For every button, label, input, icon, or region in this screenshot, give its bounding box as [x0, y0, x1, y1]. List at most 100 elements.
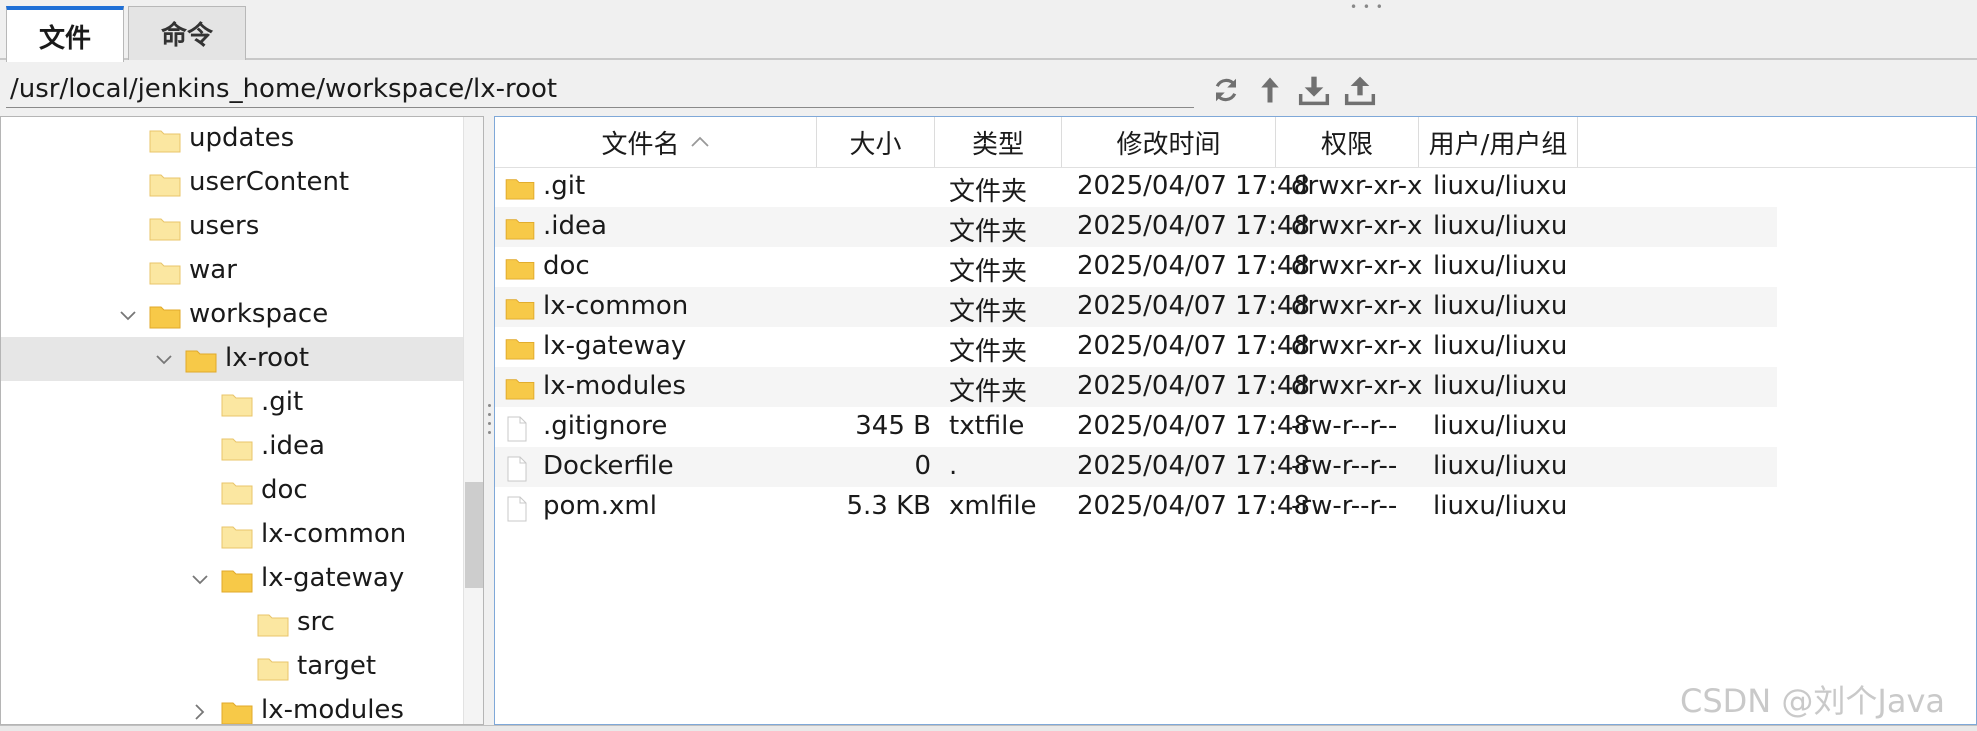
file-modified: 2025/04/07 17:48: [1077, 171, 1311, 201]
tree-item-updates[interactable]: updates: [1, 117, 463, 161]
column-header-label: 权限: [1320, 129, 1373, 160]
download-button[interactable]: [1294, 70, 1334, 110]
file-type: xmlfile: [949, 491, 1037, 521]
file-row[interactable]: .gitignore 345 B txtfile 2025/04/07 17:4…: [495, 407, 1777, 447]
file-row[interactable]: lx-modules 文件夹 2025/04/07 17:48 drwxr-xr…: [495, 367, 1777, 407]
file-permissions: drwxr-xr-x: [1291, 331, 1423, 361]
refresh-button[interactable]: [1206, 70, 1246, 110]
folder-icon: [149, 171, 181, 204]
file-owner: liuxu/liuxu: [1433, 291, 1568, 321]
tree-item-lx-modules[interactable]: lx-modules: [1, 689, 463, 725]
file-type: 文件夹: [949, 177, 1028, 207]
tree-item-lx-root[interactable]: lx-root: [1, 337, 463, 381]
file-type: txtfile: [949, 411, 1025, 441]
file-icon: [505, 496, 529, 529]
tree-item-users[interactable]: users: [1, 205, 463, 249]
file-list: 文件名 大小 类型 修改时间 权限 用户/用户组 .git 文件夹 2025/0…: [494, 116, 1977, 725]
tree-item-label: workspace: [189, 299, 329, 329]
column-header-permissions[interactable]: 权限: [1276, 117, 1419, 167]
file-name: Dockerfile: [543, 451, 674, 481]
file-row[interactable]: .idea 文件夹 2025/04/07 17:48 drwxr-xr-x li…: [495, 207, 1777, 247]
file-size: 5.3 KB: [846, 491, 932, 521]
tree-item-lx-common[interactable]: lx-common: [1, 513, 463, 557]
file-modified: 2025/04/07 17:48: [1077, 451, 1311, 481]
file-size: 345 B: [855, 411, 931, 441]
file-permissions: drwxr-xr-x: [1291, 211, 1423, 241]
file-modified: 2025/04/07 17:48: [1077, 211, 1311, 241]
watermark: CSDN @刘个Java: [1680, 682, 1946, 720]
folder-icon: [505, 336, 535, 367]
file-type: 文件夹: [949, 377, 1028, 407]
file-permissions: drwxr-xr-x: [1291, 171, 1423, 201]
tree-item-label: lx-common: [261, 519, 407, 549]
pane-splitter[interactable]: [485, 404, 493, 434]
file-row[interactable]: lx-gateway 文件夹 2025/04/07 17:48 drwxr-xr…: [495, 327, 1777, 367]
top-grip-handle[interactable]: • • •: [1350, 0, 1384, 14]
up-folder-button[interactable]: [1250, 70, 1290, 110]
tree-item-workspace[interactable]: workspace: [1, 293, 463, 337]
column-header-type[interactable]: 类型: [935, 117, 1062, 167]
file-type: 文件夹: [949, 297, 1028, 327]
file-permissions: drwxr-xr-x: [1291, 371, 1423, 401]
up-folder-icon: [1261, 77, 1279, 103]
chevron-down-icon[interactable]: [189, 569, 211, 591]
file-name: lx-modules: [543, 371, 686, 401]
file-modified: 2025/04/07 17:48: [1077, 251, 1311, 281]
chevron-down-icon[interactable]: [117, 305, 139, 327]
tab-files[interactable]: 文件: [6, 6, 124, 62]
tree-item-src[interactable]: src: [1, 601, 463, 645]
folder-icon: [221, 699, 253, 724]
file-owner: liuxu/liuxu: [1433, 171, 1568, 201]
file-type: .: [949, 451, 958, 481]
file-row[interactable]: .git 文件夹 2025/04/07 17:48 drwxr-xr-x liu…: [495, 167, 1777, 207]
file-modified: 2025/04/07 17:48: [1077, 491, 1311, 521]
tree-item-label: src: [297, 607, 335, 637]
file-row[interactable]: doc 文件夹 2025/04/07 17:48 drwxr-xr-x liux…: [495, 247, 1777, 287]
file-size: 0: [914, 451, 931, 481]
path-input[interactable]: [6, 70, 1194, 108]
scrollbar-thumb[interactable]: [465, 482, 483, 588]
folder-icon: [149, 303, 181, 336]
tree-item-target[interactable]: target: [1, 645, 463, 689]
tree-item-label: lx-root: [225, 343, 310, 373]
tree-scrollbar[interactable]: [463, 117, 483, 724]
folder-icon: [149, 259, 181, 292]
column-header-name[interactable]: 文件名: [495, 117, 817, 167]
tree-item-idea[interactable]: .idea: [1, 425, 463, 469]
folder-icon: [505, 256, 535, 287]
file-row[interactable]: Dockerfile 0 . 2025/04/07 17:48 -rw-r--r…: [495, 447, 1777, 487]
file-row[interactable]: pom.xml 5.3 KB xmlfile 2025/04/07 17:48 …: [495, 487, 1777, 527]
file-name: doc: [543, 251, 590, 281]
file-owner: liuxu/liuxu: [1433, 411, 1568, 441]
tree-item-label: war: [189, 255, 237, 285]
tree-item-git[interactable]: .git: [1, 381, 463, 425]
tab-files-label: 文件: [38, 23, 91, 54]
file-name: .git: [543, 171, 586, 201]
column-header-label: 用户/用户组: [1428, 129, 1568, 160]
column-header-modified[interactable]: 修改时间: [1062, 117, 1276, 167]
file-name: pom.xml: [543, 491, 657, 521]
tree-item-lx-gateway[interactable]: lx-gateway: [1, 557, 463, 601]
file-type: 文件夹: [949, 337, 1028, 367]
tree-item-label: userContent: [189, 167, 350, 197]
file-icon: [505, 456, 529, 489]
column-header-owner[interactable]: 用户/用户组: [1419, 117, 1578, 167]
tree-item-label: .idea: [261, 431, 325, 461]
tree-item-usercontent[interactable]: userContent: [1, 161, 463, 205]
upload-button[interactable]: [1340, 70, 1380, 110]
folder-icon: [221, 479, 253, 512]
column-header-size[interactable]: 大小: [817, 117, 935, 167]
tab-commands[interactable]: 命令: [128, 6, 246, 60]
tree-item-war[interactable]: war: [1, 249, 463, 293]
file-type: 文件夹: [949, 257, 1028, 287]
tree-item-doc[interactable]: doc: [1, 469, 463, 513]
file-row[interactable]: lx-common 文件夹 2025/04/07 17:48 drwxr-xr-…: [495, 287, 1777, 327]
file-modified: 2025/04/07 17:48: [1077, 411, 1311, 441]
file-owner: liuxu/liuxu: [1433, 371, 1568, 401]
chevron-right-icon[interactable]: [189, 701, 211, 723]
file-permissions: -rw-r--r--: [1291, 451, 1398, 481]
file-name: lx-gateway: [543, 331, 687, 361]
tree-item-label: lx-modules: [261, 695, 404, 725]
file-list-header: 文件名 大小 类型 修改时间 权限 用户/用户组: [495, 117, 1976, 168]
chevron-down-icon[interactable]: [153, 349, 175, 371]
